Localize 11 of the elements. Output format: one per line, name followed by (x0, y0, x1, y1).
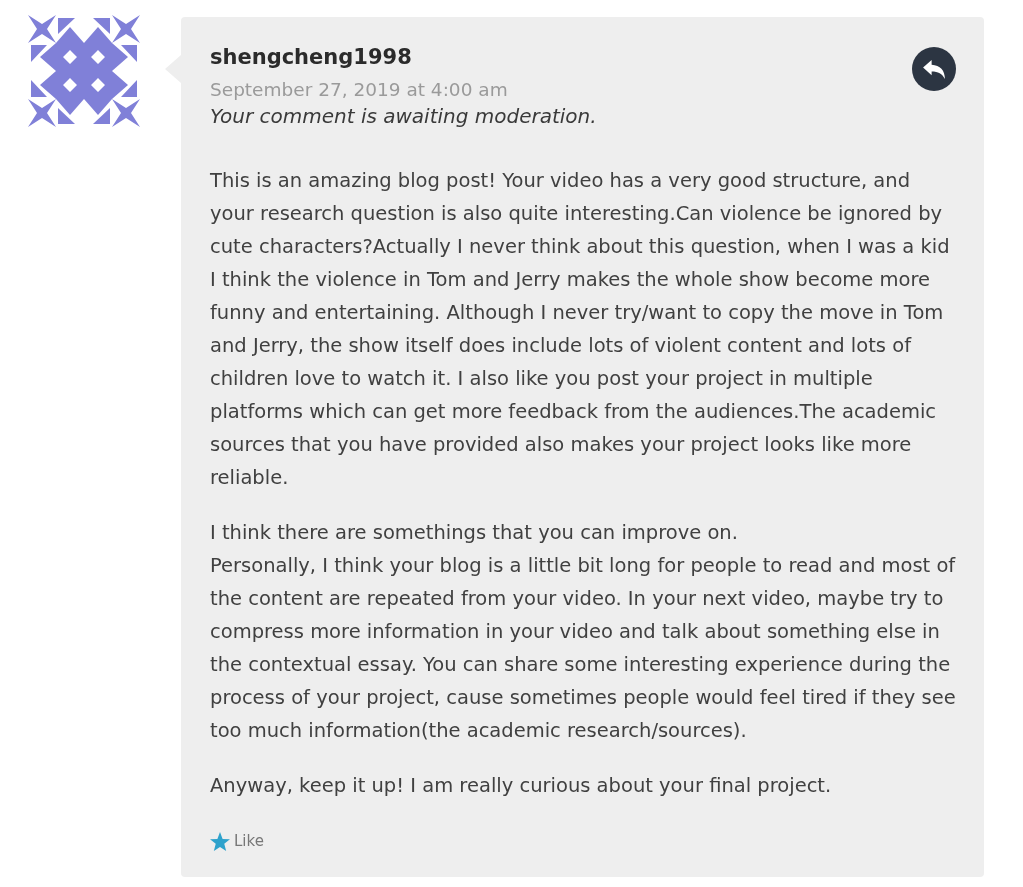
comment-paragraph: Anyway, keep it up! I am really curious about your final project. (210, 773, 833, 799)
author-name: shengcheng1998 (210, 44, 413, 71)
reply-arrow-icon (923, 59, 945, 79)
comment-date: September 27, 2019 at 4:00 am (210, 78, 509, 102)
pattern-avatar-icon (28, 15, 140, 127)
comment-paragraph: I think there are somethings that you can improve on. Personally, I think your blog is a little bit long for people to read and most of the content are repeated from your video. In your next video, maybe try to compress more information in your video and talk about something else in the contextual essay. You can share some interesting experience during the process of your project, cause sometimes people would feel tired if they see too much information(the academic research/sources). (210, 520, 956, 744)
comment-paragraph: This is an amazing blog post! Your video has a very good structure, and your research question is also quite interesting.Can violence be ignored by cute characters?Actually I never think about this question, when I was a kid I think the violence in Tom and Jerry makes the whole show become more funny and entertaining. Although I never try/want to copy the move in Tom and Jerry, the show itself does include lots of violent content and lots of children love to watch it. I also like you post your project in multiple platforms which can get more feedback from the audiences.The academic sources that you have provided also makes your project looks like more reliable. (210, 168, 951, 491)
star-icon (210, 831, 230, 851)
moderation-notice: Your comment is awaiting moderation. (210, 103, 597, 129)
reply-button[interactable] (912, 47, 956, 91)
like-button[interactable]: Like (210, 831, 264, 851)
